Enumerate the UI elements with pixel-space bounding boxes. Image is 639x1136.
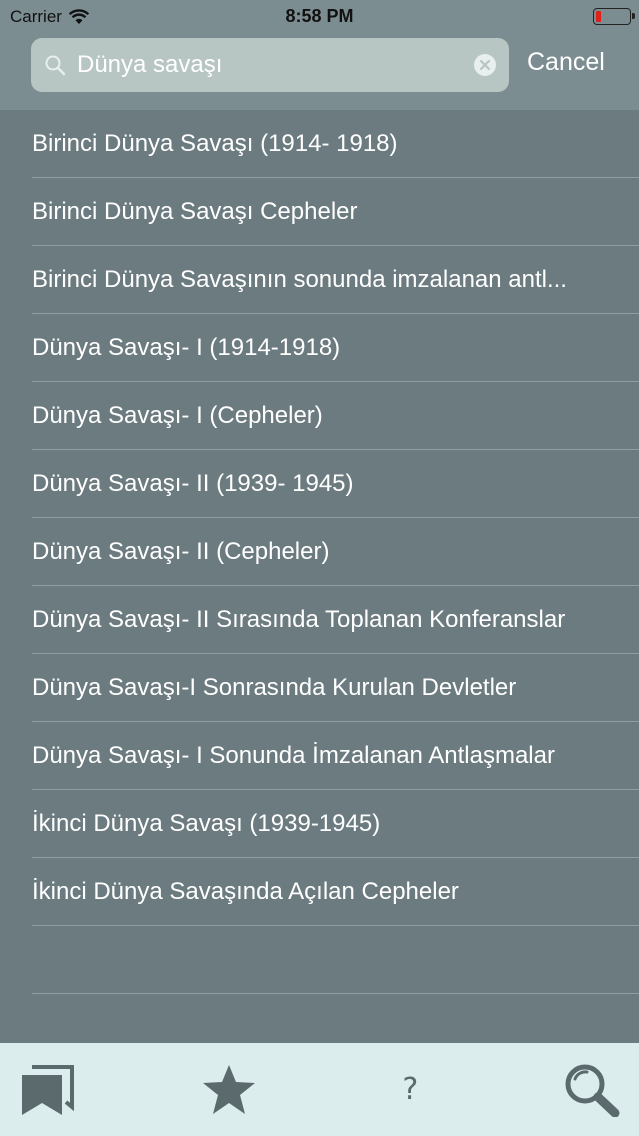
list-item-label: İkinci Dünya Savaşı (1939-1945) <box>32 810 381 837</box>
list-item[interactable]: Birinci Dünya Savaşı Cepheler <box>0 178 639 246</box>
list-item[interactable]: Dünya Savaşı- II (Cepheler) <box>0 518 639 586</box>
list-item-label: Dünya Savaşı- I Sonunda İmzalanan Antlaş… <box>32 742 555 769</box>
empty-row <box>0 926 639 994</box>
list-item[interactable]: Dünya Savaşı- I Sonunda İmzalanan Antlaş… <box>0 722 639 790</box>
list-item-label: Birinci Dünya Savaşı (1914- 1918) <box>32 130 398 157</box>
battery-level <box>596 11 601 22</box>
search-box[interactable] <box>31 38 509 92</box>
star-icon <box>202 1064 255 1114</box>
tab-favorites[interactable] <box>194 1055 264 1125</box>
list-item-label: Birinci Dünya Savaşının sonunda imzalana… <box>32 266 567 293</box>
bookmarks-icon <box>22 1064 74 1115</box>
status-bar: Carrier 8:58 PM <box>0 0 639 34</box>
search-icon <box>565 1064 620 1117</box>
list-item[interactable]: Dünya Savaşı- II (1939- 1945) <box>0 450 639 518</box>
list-item-label: Dünya Savaşı- I (1914-1918) <box>32 334 341 361</box>
question-icon: ? <box>402 1072 419 1107</box>
list-item[interactable]: Dünya Savaşı- II Sırasında Toplanan Konf… <box>0 586 639 654</box>
list-item[interactable]: Birinci Dünya Savaşının sonunda imzalana… <box>0 246 639 314</box>
list-item-label: Dünya Savaşı- I (Cepheler) <box>32 402 323 429</box>
search-input[interactable] <box>77 38 457 92</box>
results-list: Birinci Dünya Savaşı (1914- 1918) Birinc… <box>0 110 639 994</box>
list-item[interactable]: İkinci Dünya Savaşı (1939-1945) <box>0 790 639 858</box>
list-item-label: Dünya Savaşı- II (1939- 1945) <box>32 470 354 497</box>
list-item-label: Dünya Savaşı- II Sırasında Toplanan Konf… <box>32 606 566 633</box>
list-item-label: Birinci Dünya Savaşı Cepheler <box>32 198 358 225</box>
list-item-label: İkinci Dünya Savaşında Açılan Cepheler <box>32 878 459 905</box>
tab-help[interactable]: ? <box>375 1055 445 1125</box>
tab-search[interactable] <box>557 1055 627 1125</box>
cancel-button[interactable]: Cancel <box>527 48 605 77</box>
clear-icon[interactable] <box>473 53 497 77</box>
list-item[interactable]: İkinci Dünya Savaşında Açılan Cepheler <box>0 858 639 926</box>
list-item[interactable]: Dünya Savaşı- I (Cepheler) <box>0 382 639 450</box>
tab-bar: ? <box>0 1043 639 1136</box>
list-item[interactable]: Dünya Savaşı-I Sonrasında Kurulan Devlet… <box>0 654 639 722</box>
search-header: Cancel <box>0 34 639 110</box>
battery-icon <box>593 8 635 25</box>
list-item-label: Dünya Savaşı- II (Cepheler) <box>32 538 330 565</box>
list-item[interactable]: Birinci Dünya Savaşı (1914- 1918) <box>0 110 639 178</box>
magnifier-icon <box>45 55 66 76</box>
list-item[interactable]: Dünya Savaşı- I (1914-1918) <box>0 314 639 382</box>
status-time: 8:58 PM <box>285 6 354 26</box>
tab-bookmarks[interactable] <box>12 1055 82 1125</box>
list-item-label: Dünya Savaşı-I Sonrasında Kurulan Devlet… <box>32 674 517 701</box>
